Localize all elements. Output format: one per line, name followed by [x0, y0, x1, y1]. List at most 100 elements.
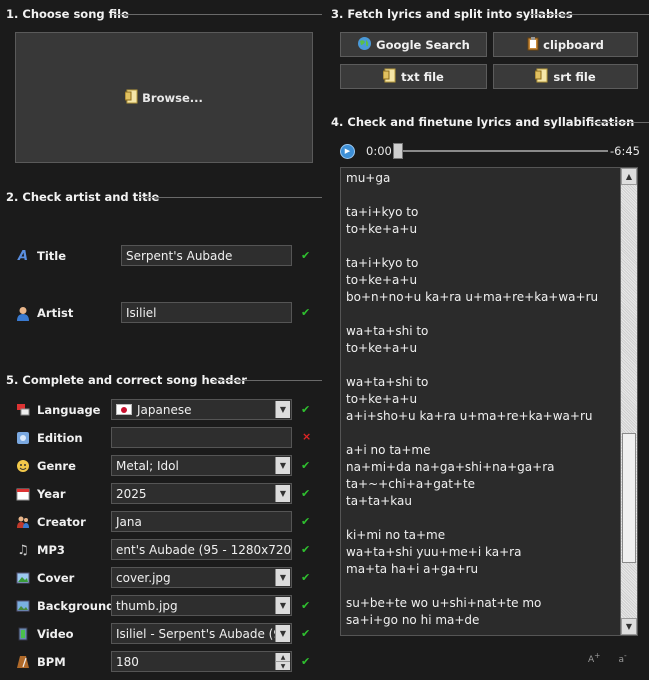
- background-ok-icon: ✔: [301, 599, 311, 612]
- artist-icon: [15, 305, 31, 321]
- title-field[interactable]: Serpent's Aubade: [121, 245, 292, 266]
- creator-field[interactable]: Jana: [111, 511, 292, 532]
- edition-label: Edition: [15, 429, 83, 447]
- genre-select[interactable]: Metal; Idol ▼: [111, 455, 292, 476]
- chevron-up-icon[interactable]: ▲: [621, 168, 637, 185]
- title-ok-icon: ✔: [301, 249, 311, 262]
- video-value: Isiliel - Serpent's Aubade (95 -: [116, 626, 292, 641]
- bpm-value: 180: [116, 654, 139, 669]
- chevron-down-icon[interactable]: ▼: [275, 597, 290, 614]
- video-select[interactable]: Isiliel - Serpent's Aubade (95 - ▼: [111, 623, 292, 644]
- chevron-up-icon[interactable]: ▲: [275, 653, 290, 661]
- clipboard-button[interactable]: clipboard: [493, 32, 638, 57]
- section-title-check-artist: 2. Check artist and title: [6, 190, 160, 204]
- edition-field[interactable]: [111, 427, 292, 448]
- lyrics-scrollbar[interactable]: ▲ ▼: [620, 168, 637, 635]
- audio-player: ▶ 0:00 -6:45: [340, 142, 640, 160]
- font-increase-icon[interactable]: A+: [588, 651, 600, 665]
- language-ok-icon: ✔: [301, 403, 311, 416]
- globe-icon: [357, 36, 372, 54]
- seek-track[interactable]: [398, 150, 608, 152]
- cover-label: Cover: [15, 569, 74, 587]
- scrollbar-thumb[interactable]: [622, 433, 636, 563]
- file-icon: [382, 68, 397, 86]
- video-label: Video: [15, 625, 74, 643]
- background-image-icon: [15, 598, 31, 614]
- artist-ok-icon: ✔: [301, 306, 311, 319]
- genre-label: Genre: [15, 457, 76, 475]
- remaining-time: -6:45: [610, 144, 640, 158]
- year-ok-icon: ✔: [301, 487, 311, 500]
- section-divider: [590, 122, 649, 123]
- year-select[interactable]: 2025 ▼: [111, 483, 292, 504]
- title-icon: A: [17, 248, 29, 264]
- artist-field[interactable]: Isiliel: [121, 302, 292, 323]
- seek-slider-thumb[interactable]: [393, 143, 403, 159]
- image-icon: [15, 570, 31, 586]
- play-icon[interactable]: ▶: [340, 143, 355, 159]
- section-divider: [112, 14, 322, 15]
- artist-label: Artist: [15, 304, 73, 322]
- chevron-down-icon[interactable]: ▼: [275, 661, 290, 670]
- lyrics-editor[interactable]: mu+ga ta+i+kyo to to+ke+a+u ta+i+kyo to …: [340, 167, 638, 636]
- browse-button[interactable]: Browse...: [15, 32, 313, 163]
- bpm-stepper[interactable]: ▲ ▼: [275, 653, 290, 670]
- srt-file-button[interactable]: srt file: [493, 64, 638, 89]
- genre-ok-icon: ✔: [301, 459, 311, 472]
- lyrics-text[interactable]: mu+ga ta+i+kyo to to+ke+a+u ta+i+kyo to …: [346, 170, 616, 629]
- background-select[interactable]: thumb.jpg ▼: [111, 595, 292, 616]
- current-time: 0:00: [366, 144, 392, 158]
- creator-label: Creator: [15, 513, 86, 531]
- mp3-label: ♫ MP3: [15, 541, 65, 559]
- title-label: A Title: [15, 247, 66, 265]
- section-divider: [138, 197, 322, 198]
- file-icon: [534, 68, 549, 86]
- background-label: Background: [15, 597, 114, 615]
- section-divider: [530, 14, 649, 15]
- language-value: Japanese: [137, 402, 192, 417]
- language-select[interactable]: Japanese ▼: [111, 399, 292, 420]
- font-decrease-icon[interactable]: a-: [618, 651, 626, 665]
- edition-icon: [15, 430, 31, 446]
- language-label: Language: [15, 401, 101, 419]
- browse-label: Browse...: [142, 90, 203, 105]
- section-title-choose-song: 1. Choose song file: [6, 7, 129, 21]
- bpm-spinbox[interactable]: 180 ▲ ▼: [111, 651, 292, 672]
- metronome-icon: [15, 654, 31, 670]
- language-icon: [15, 402, 31, 418]
- video-icon: [15, 626, 31, 642]
- chevron-down-icon[interactable]: ▼: [275, 625, 290, 642]
- bpm-ok-icon: ✔: [301, 655, 311, 668]
- music-note-icon: ♫: [17, 542, 29, 558]
- font-size-controls: A+ a-: [588, 651, 627, 665]
- mp3-ok-icon: ✔: [301, 543, 311, 556]
- chevron-down-icon[interactable]: ▼: [621, 618, 637, 635]
- file-icon: [124, 89, 139, 107]
- clipboard-icon: [527, 36, 539, 54]
- background-value: thumb.jpg: [116, 598, 178, 613]
- chevron-down-icon[interactable]: ▼: [275, 485, 290, 502]
- genre-icon: [15, 458, 31, 474]
- genre-value: Metal; Idol: [116, 458, 179, 473]
- section-divider: [214, 380, 322, 381]
- cover-value: cover.jpg: [116, 570, 171, 585]
- section-title-song-header: 5. Complete and correct song header: [6, 373, 247, 387]
- chevron-down-icon[interactable]: ▼: [275, 569, 290, 586]
- year-label: Year: [15, 485, 66, 503]
- creator-icon: [15, 514, 31, 530]
- google-search-button[interactable]: Google Search: [340, 32, 487, 57]
- chevron-down-icon[interactable]: ▼: [275, 401, 290, 418]
- japan-flag-icon: [116, 404, 132, 415]
- mp3-field[interactable]: ent's Aubade (95 - 1280x720).mp3: [111, 539, 292, 560]
- creator-ok-icon: ✔: [301, 515, 311, 528]
- cover-ok-icon: ✔: [301, 571, 311, 584]
- year-value: 2025: [116, 486, 147, 501]
- edition-error-icon: ×: [302, 430, 312, 443]
- txt-file-button[interactable]: txt file: [340, 64, 487, 89]
- video-ok-icon: ✔: [301, 627, 311, 640]
- cover-select[interactable]: cover.jpg ▼: [111, 567, 292, 588]
- chevron-down-icon[interactable]: ▼: [275, 457, 290, 474]
- section-title-finetune: 4. Check and finetune lyrics and syllabi…: [331, 115, 635, 129]
- bpm-label: BPM: [15, 653, 66, 671]
- calendar-icon: [15, 486, 31, 502]
